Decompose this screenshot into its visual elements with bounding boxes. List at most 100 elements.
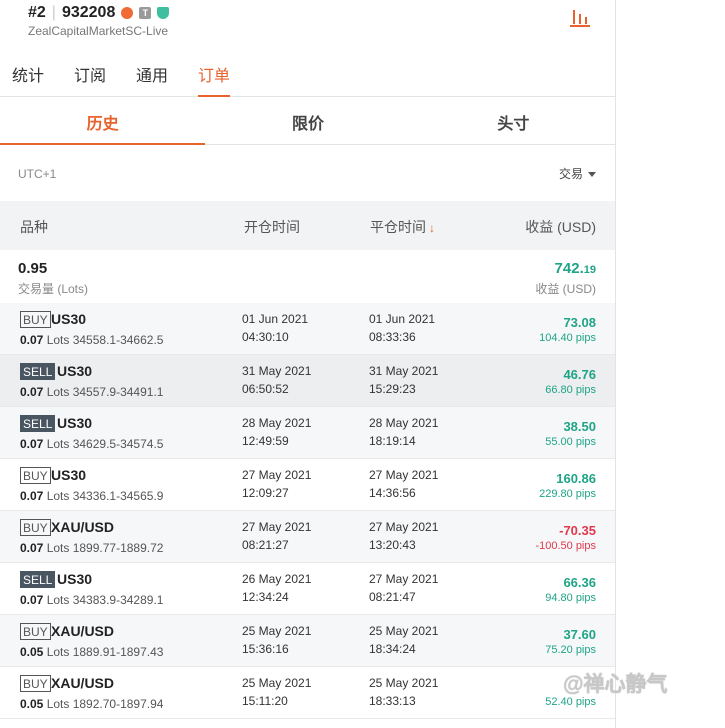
open-date: 31 May 2021 [242, 364, 312, 378]
pips-value: 229.80 pips [539, 488, 596, 500]
col-open-time[interactable]: 开仓时间 [244, 217, 300, 237]
sort-down-icon: ↓ [429, 221, 435, 235]
timezone-label: UTC+1 [18, 167, 57, 181]
side-badge: BUY [20, 467, 51, 484]
tab-orders[interactable]: 订单 [198, 48, 231, 97]
total-profit-label: 收益 (USD) [535, 282, 596, 296]
lots-size: 0.07 [20, 385, 44, 399]
close-time: 28 May 2021 18:19:14 [369, 414, 438, 450]
symbol: US30 [51, 467, 87, 483]
close-clock: 15:29:23 [369, 382, 416, 396]
close-time: 27 May 2021 14:36:56 [369, 466, 438, 502]
symbol: US30 [51, 311, 87, 327]
lots-size: 0.07 [20, 333, 44, 347]
tab-stats[interactable]: 统计 [12, 48, 44, 96]
table-row[interactable]: BUY XAU/USD 0.05 Lots 1892.70-1897.94 25 Ma… [0, 667, 615, 719]
close-date: 28 May 2021 [369, 416, 439, 430]
pips-value: 75.20 pips [545, 644, 596, 656]
close-time: 25 May 2021 18:34:24 [369, 622, 438, 658]
profit-value: 73.08 [563, 315, 596, 330]
close-date: 25 May 2021 [369, 676, 439, 690]
open-date: 25 May 2021 [242, 624, 312, 638]
profit-value: 37.60 [563, 627, 596, 642]
summary-row: 0.95 交易量 (Lots) 742.19 收益 (USD) [0, 250, 615, 303]
total-profit-main: 742. [554, 260, 584, 277]
orders-panel: #2 | 932208 T ZealCapitalMarketSC-Live 统… [0, 0, 616, 728]
table-row[interactable]: SELL US30 0.07 Lots 34383.9-34289.1 26 May … [0, 563, 615, 615]
close-clock: 18:34:24 [369, 642, 416, 656]
close-clock: 13:20:43 [369, 538, 416, 552]
tab-positions[interactable]: 头寸 [411, 97, 615, 144]
price-range: Lots 1899.77-1889.72 [43, 541, 164, 555]
filter-label: 交易 [558, 167, 583, 181]
pips-value: 94.80 pips [545, 592, 596, 604]
total-profit-decimal: 19 [583, 264, 596, 276]
caret-down-icon [588, 172, 596, 178]
symbol: US30 [57, 415, 93, 431]
total-lots: 0.95 [18, 260, 48, 277]
open-clock: 12:34:24 [242, 590, 289, 604]
open-date: 27 May 2021 [242, 468, 312, 482]
table-row[interactable]: BUY US30 0.07 Lots 34558.1-34662.5 01 Jun 2… [0, 303, 615, 355]
tab-general[interactable]: 通用 [136, 48, 168, 96]
account-header: #2 | 932208 T ZealCapitalMarketSC-Live [0, 0, 615, 44]
lots-range: 0.07 Lots 34557.9-34491.1 [20, 385, 163, 399]
trade-filter-dropdown[interactable]: 交易 [559, 165, 596, 182]
lots-range: 0.07 Lots 34558.1-34662.5 [20, 333, 163, 347]
close-clock: 08:33:36 [369, 330, 416, 344]
pips-value: 66.80 pips [545, 384, 596, 396]
tab-history[interactable]: 历史 [0, 97, 206, 145]
side-badge: BUY [20, 311, 51, 328]
open-clock: 15:11:20 [242, 694, 288, 708]
table-row[interactable]: BUY US30 0.07 Lots 34336.1-34565.9 27 May 2… [0, 459, 615, 511]
table-row[interactable]: SELL US30 0.07 Lots 34557.9-34491.1 31 May … [0, 355, 615, 407]
total-profit: 742.19 [555, 260, 596, 277]
symbol: XAU/USD [51, 623, 115, 639]
close-time: 01 Jun 2021 08:33:36 [369, 310, 435, 346]
profit-value: 38.50 [563, 419, 596, 434]
account-number: 932208 [61, 4, 116, 21]
open-clock: 12:49:59 [242, 434, 289, 448]
open-clock: 04:30:10 [242, 330, 289, 344]
open-clock: 06:50:52 [242, 382, 289, 396]
server-name: ZealCapitalMarketSC-Live [28, 24, 169, 38]
close-clock: 18:33:13 [369, 694, 416, 708]
profit-value: 46.76 [563, 367, 596, 382]
bar-chart-icon[interactable] [568, 8, 592, 30]
open-date: 26 May 2021 [242, 572, 312, 586]
filter-bar: UTC+1 交易 [0, 145, 615, 201]
close-date: 01 Jun 2021 [369, 312, 436, 326]
t-badge-icon: T [139, 7, 152, 19]
close-clock: 18:19:14 [369, 434, 416, 448]
price-range: Lots 1889.91-1897.43 [43, 645, 164, 659]
close-date: 31 May 2021 [369, 364, 439, 378]
table-row[interactable]: BUY XAU/USD 0.05 Lots 1889.91-1897.43 25 Ma… [0, 615, 615, 667]
lots-range: 0.07 Lots 1899.77-1889.72 [20, 541, 163, 555]
open-time: 01 Jun 2021 04:30:10 [242, 310, 308, 346]
lots-size: 0.07 [20, 593, 44, 607]
tab-limit[interactable]: 限价 [205, 97, 410, 144]
side-badge: SELL [20, 415, 56, 432]
col-profit[interactable]: 收益 (USD) [525, 217, 596, 237]
tab-subscribe[interactable]: 订阅 [74, 48, 106, 96]
close-date: 27 May 2021 [369, 468, 439, 482]
close-clock: 08:21:47 [369, 590, 416, 604]
lots-size: 0.07 [20, 541, 44, 555]
table-row[interactable]: BUY XAU/USD 0.07 Lots 1899.77-1889.72 27 Ma… [0, 511, 615, 563]
lots-size: 0.07 [20, 437, 44, 451]
open-clock: 12:09:27 [242, 486, 289, 500]
open-time: 28 May 2021 12:49:59 [242, 414, 311, 450]
open-time: 31 May 2021 06:50:52 [242, 362, 311, 398]
close-time: 27 May 2021 08:21:47 [369, 570, 438, 606]
price-range: Lots 34558.1-34662.5 [43, 333, 164, 347]
side-badge: BUY [20, 675, 51, 692]
symbol: US30 [57, 363, 93, 379]
main-tabs: 统计 订阅 通用 订单 [0, 48, 615, 97]
symbol: XAU/USD [51, 675, 115, 691]
open-time: 25 May 2021 15:36:16 [242, 622, 311, 658]
table-row[interactable]: SELL US30 0.07 Lots 34629.5-34574.5 28 May … [0, 407, 615, 459]
col-close-time[interactable]: 平仓时间 ↓ [370, 217, 435, 237]
open-time: 27 May 2021 08:21:27 [242, 518, 311, 554]
open-time: 26 May 2021 12:34:24 [242, 570, 311, 606]
price-range: Lots 34383.9-34289.1 [43, 593, 164, 607]
